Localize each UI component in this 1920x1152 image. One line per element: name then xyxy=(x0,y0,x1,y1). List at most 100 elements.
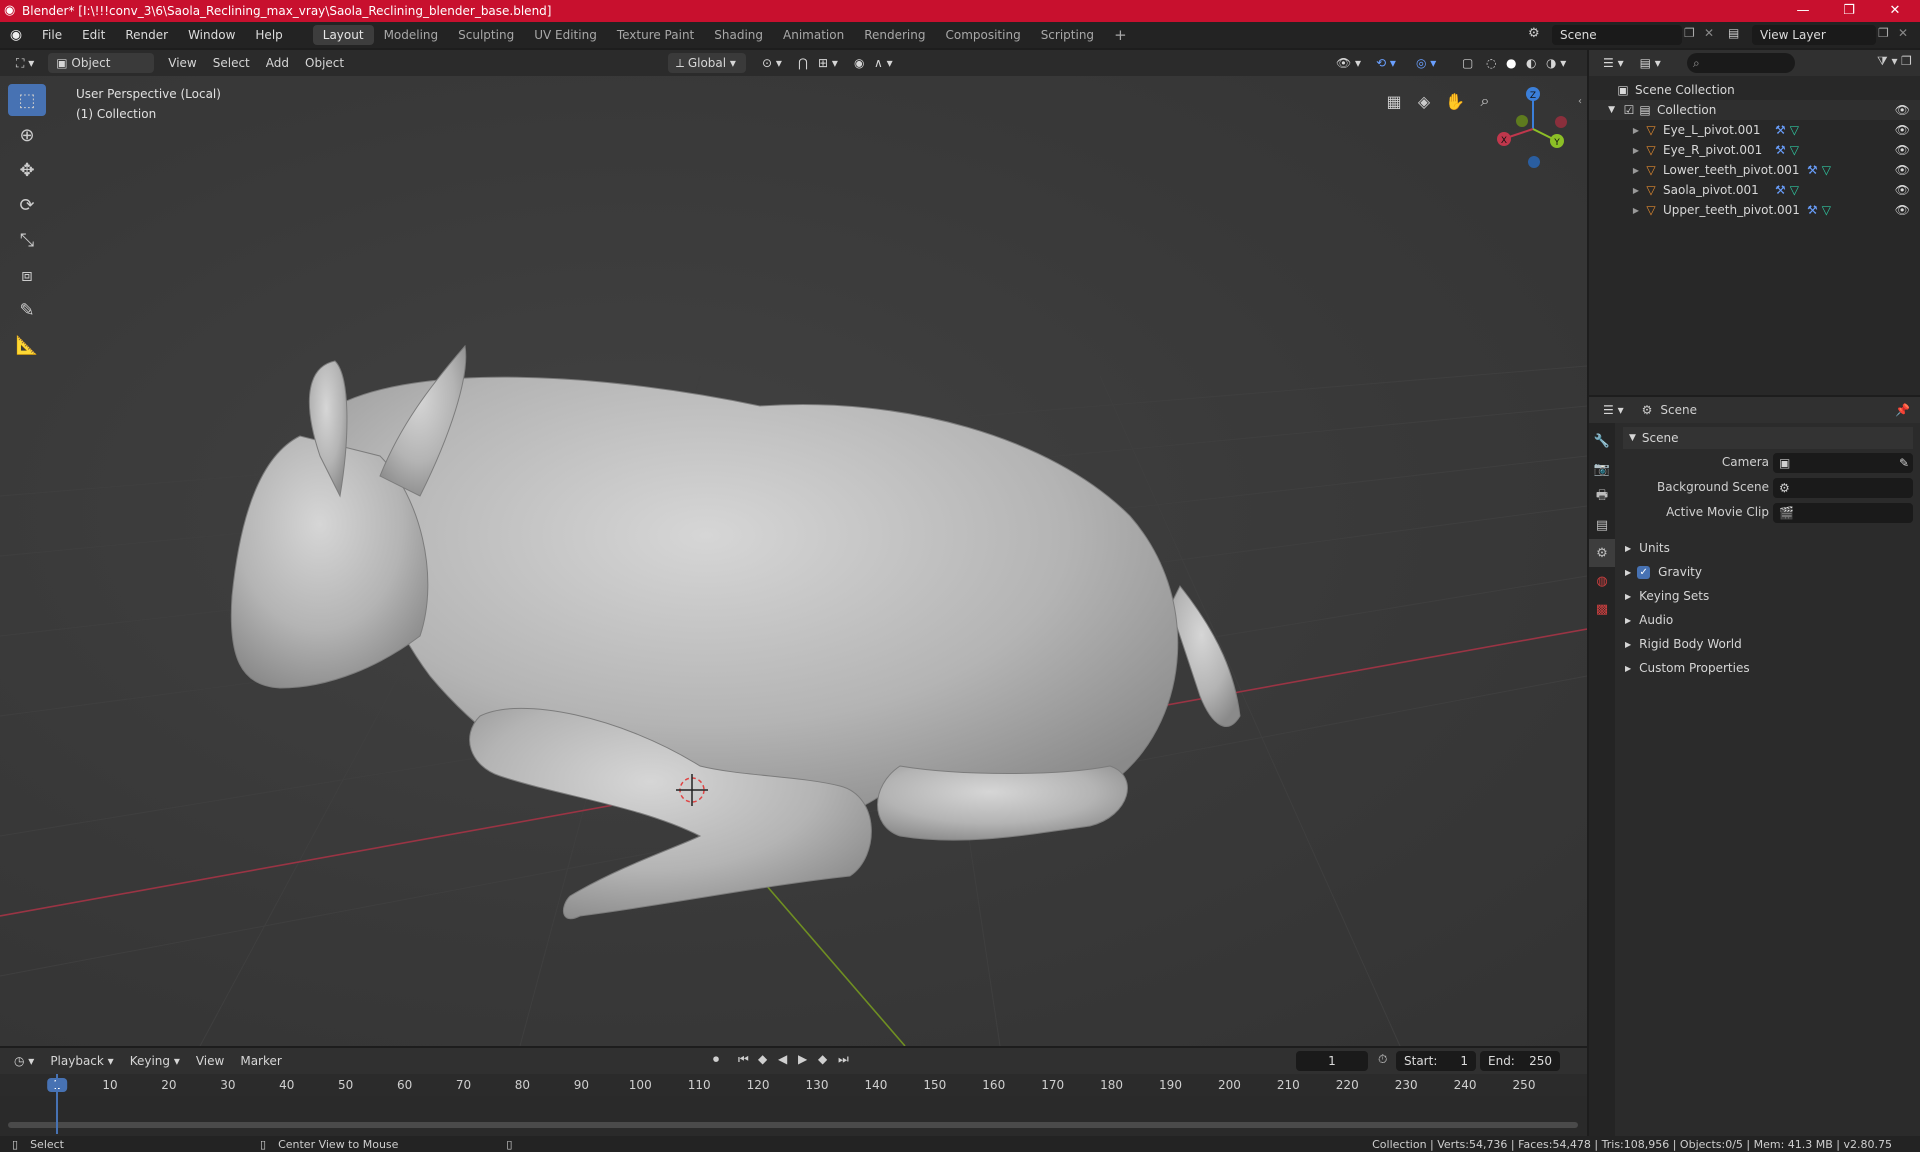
menu-help[interactable]: Help xyxy=(245,28,292,42)
prev-keyframe-icon[interactable]: ◆ xyxy=(758,1052,767,1066)
transform-tool-icon[interactable]: ⧈ xyxy=(8,259,46,291)
select-box-tool-icon[interactable]: ⬚ xyxy=(8,84,46,116)
transform-orientation-dropdown[interactable]: ⟂ Global ▾ xyxy=(668,53,746,73)
background-scene-field[interactable]: ⚙ xyxy=(1773,478,1913,498)
navigation-gizmo[interactable]: Z X Y xyxy=(1488,84,1578,174)
minimize-button[interactable]: — xyxy=(1780,0,1826,22)
outliner-search-field[interactable]: ⌕ xyxy=(1687,53,1795,73)
outliner-scene-collection[interactable]: ▣ Scene Collection xyxy=(1589,80,1920,100)
new-scene-icon[interactable]: ❐ xyxy=(1684,26,1695,40)
expand-arrow-icon[interactable]: ▶ xyxy=(1589,126,1639,135)
item-eye-icon[interactable]: 👁 xyxy=(1895,163,1910,177)
outliner-item[interactable]: ▶ ▽ Eye_R_pivot.001 ⚒ ▽ 👁 xyxy=(1589,140,1920,160)
new-view-layer-icon[interactable]: ❐ xyxy=(1878,26,1889,40)
gizmo-toggle-icon[interactable]: ⟲ ▾ xyxy=(1368,53,1404,73)
record-icon[interactable]: ⏺ xyxy=(713,1052,719,1067)
outliner-item[interactable]: ▶ ▽ Lower_teeth_pivot.001 ⚒ ▽ 👁 xyxy=(1589,160,1920,180)
world-tab-icon[interactable]: ◍ xyxy=(1589,567,1615,595)
overlays-toggle-icon[interactable]: ◎ ▾ xyxy=(1408,53,1444,73)
new-collection-icon[interactable]: ❐ xyxy=(1901,54,1912,68)
camera-view-icon[interactable]: ◈ xyxy=(1409,86,1439,116)
end-frame-field[interactable]: End: 250 xyxy=(1480,1051,1560,1071)
playhead-line[interactable] xyxy=(56,1074,58,1134)
rotate-tool-icon[interactable]: ⟳ xyxy=(8,189,46,221)
scene-selector[interactable]: Scene xyxy=(1552,25,1682,45)
item-eye-icon[interactable]: 👁 xyxy=(1895,183,1910,197)
editor-type-icon[interactable]: ⛶ ▾ xyxy=(8,53,42,73)
visibility-icon[interactable]: 👁 ▾ xyxy=(1328,53,1369,73)
units-panel[interactable]: ▶ Units xyxy=(1625,537,1670,559)
tab-modeling[interactable]: Modeling xyxy=(374,25,449,45)
outliner-editor-type-icon[interactable]: ☰ ▾ xyxy=(1595,53,1632,73)
maximize-button[interactable]: ❐ xyxy=(1826,0,1872,22)
tab-layout[interactable]: Layout xyxy=(312,25,374,45)
menu-window[interactable]: Window xyxy=(178,28,245,42)
3d-viewport[interactable]: Z X Y ▦ ◈ ✋ ⌕ ‹ xyxy=(0,76,1587,1046)
viewport-menu-view[interactable]: View xyxy=(160,53,204,73)
jump-end-icon[interactable]: ⏭ xyxy=(838,1052,849,1067)
cursor-tool-icon[interactable]: ⊕ xyxy=(8,119,46,151)
expand-arrow-icon[interactable]: ▶ xyxy=(1589,186,1639,195)
item-eye-icon[interactable]: 👁 xyxy=(1895,123,1910,137)
tab-compositing[interactable]: Compositing xyxy=(935,25,1030,45)
next-keyframe-icon[interactable]: ◆ xyxy=(818,1052,827,1066)
filter-icon[interactable]: ⧩ ▾ xyxy=(1877,54,1898,69)
viewport-menu-select[interactable]: Select xyxy=(205,53,258,73)
view-layer-selector[interactable]: View Layer xyxy=(1752,25,1876,45)
timeline-track-area[interactable] xyxy=(0,1096,1587,1136)
timeline-menu-playback[interactable]: Playback ▾ xyxy=(42,1051,121,1071)
custom-properties-panel[interactable]: ▶ Custom Properties xyxy=(1625,657,1750,679)
preview-range-icon[interactable]: ⏱ xyxy=(1378,1052,1387,1067)
annotate-tool-icon[interactable]: ✎ xyxy=(8,294,46,326)
start-frame-field[interactable]: Start: 1 xyxy=(1396,1051,1476,1071)
item-eye-icon[interactable]: 👁 xyxy=(1895,143,1910,157)
jump-start-icon[interactable]: ⏮ xyxy=(738,1052,749,1067)
add-workspace-button[interactable]: + xyxy=(1104,25,1137,45)
expand-arrow-icon[interactable]: ▶ xyxy=(1589,146,1639,155)
menu-edit[interactable]: Edit xyxy=(72,28,115,42)
tab-animation[interactable]: Animation xyxy=(773,25,854,45)
close-button[interactable]: ✕ xyxy=(1872,0,1918,22)
blender-menu-icon[interactable]: ◉ xyxy=(0,27,32,43)
texture-tab-icon[interactable]: ▩ xyxy=(1589,595,1615,623)
scale-tool-icon[interactable]: ⤡ xyxy=(8,224,46,256)
tab-texture-paint[interactable]: Texture Paint xyxy=(607,25,704,45)
gravity-panel[interactable]: ▶ ✓ Gravity xyxy=(1625,561,1702,583)
falloff-icon[interactable]: ∧ ▾ xyxy=(866,53,901,73)
timeline-menu-view[interactable]: View xyxy=(188,1051,232,1071)
timeline-scrollbar[interactable] xyxy=(8,1122,1578,1128)
pivot-point-icon[interactable]: ⊙ ▾ xyxy=(754,53,790,73)
timeline-menu-keying[interactable]: Keying ▾ xyxy=(122,1051,188,1071)
object-mode-dropdown[interactable]: ▣ Object Mode ▾ xyxy=(48,53,155,90)
timeline-ruler[interactable]: 1102030405060708090100110120130140150160… xyxy=(0,1074,1587,1096)
item-eye-icon[interactable]: 👁 xyxy=(1895,203,1910,217)
delete-scene-icon[interactable]: ✕ xyxy=(1704,26,1714,40)
zoom-magnifier-icon[interactable]: ⌕ xyxy=(1470,86,1500,116)
tab-shading[interactable]: Shading xyxy=(704,25,773,45)
scene-tab-icon[interactable]: ⚙ xyxy=(1589,539,1615,567)
rigid-body-world-panel[interactable]: ▶ Rigid Body World xyxy=(1625,633,1742,655)
render-tab-icon[interactable]: 📷 xyxy=(1589,455,1615,483)
snap-target-icon[interactable]: ⊞ ▾ xyxy=(810,53,846,73)
view-layer-tab-icon[interactable]: ▤ xyxy=(1589,511,1615,539)
scene-panel-header[interactable]: ▼ Scene xyxy=(1623,427,1913,449)
current-frame-field[interactable]: 1 xyxy=(1296,1051,1368,1071)
menu-file[interactable]: File xyxy=(32,28,72,42)
expand-arrow-icon[interactable]: ▼ xyxy=(1589,105,1615,115)
display-mode-icon[interactable]: ▤ ▾ xyxy=(1632,53,1669,73)
active-movie-clip-field[interactable]: 🎬 xyxy=(1773,503,1913,523)
collection-checkbox[interactable]: ☑ xyxy=(1621,103,1637,117)
timeline-menu-marker[interactable]: Marker xyxy=(232,1051,289,1071)
viewport-menu-object[interactable]: Object xyxy=(297,53,352,73)
viewport-menu-add[interactable]: Add xyxy=(258,53,297,73)
pin-icon[interactable]: 📌 xyxy=(1895,403,1910,417)
expand-arrow-icon[interactable]: ▶ xyxy=(1589,206,1639,215)
eyedropper-icon[interactable]: ✎ xyxy=(1899,456,1909,470)
outliner-item[interactable]: ▶ ▽ Eye_L_pivot.001 ⚒ ▽ 👁 xyxy=(1589,120,1920,140)
tab-uv-editing[interactable]: UV Editing xyxy=(524,25,607,45)
play-reverse-icon[interactable]: ◀ xyxy=(778,1052,787,1066)
keying-sets-panel[interactable]: ▶ Keying Sets xyxy=(1625,585,1709,607)
expand-arrow-icon[interactable]: ▶ xyxy=(1589,166,1639,175)
play-icon[interactable]: ▶ xyxy=(798,1052,807,1066)
delete-view-layer-icon[interactable]: ✕ xyxy=(1898,26,1908,40)
